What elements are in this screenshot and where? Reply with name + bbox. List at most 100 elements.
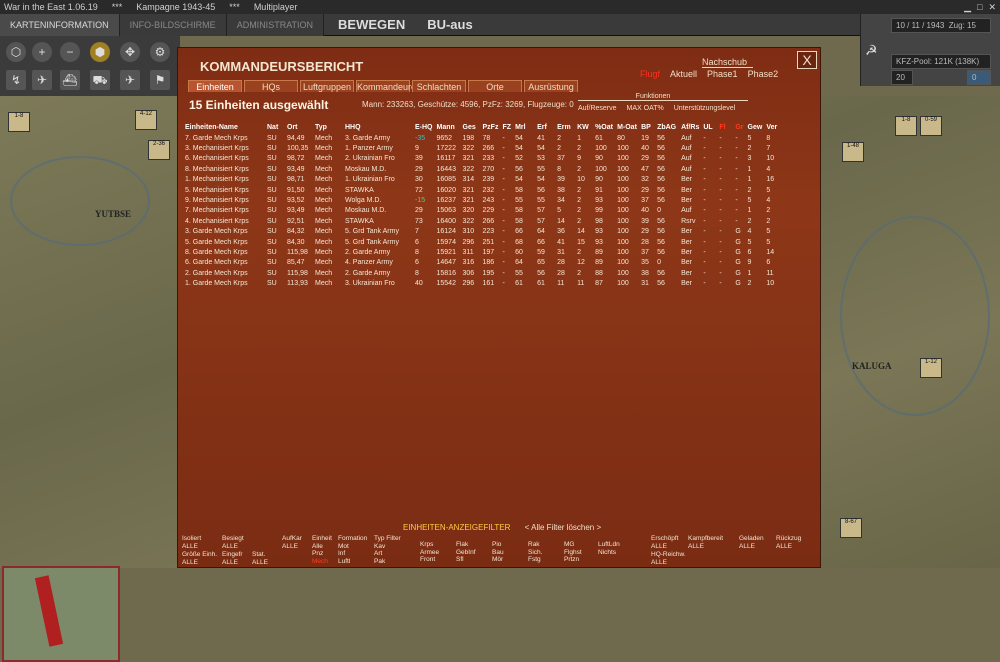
unit-counter[interactable]: 2-36 <box>148 140 170 160</box>
unit-counter[interactable]: 8-67 <box>840 518 862 538</box>
value-box-2[interactable]: 0 <box>967 70 991 85</box>
filter-item[interactable]: HQ-Reichw. ALLE <box>651 551 686 566</box>
table-row[interactable]: 1. Garde Mech Krps SU 113,93 Mech 3. Ukraini… <box>183 278 780 288</box>
column-header[interactable]: Gr <box>733 121 745 133</box>
column-header[interactable]: Ges <box>461 121 481 133</box>
filter-item[interactable]: Einheit Alle Pnz Mech <box>312 535 332 565</box>
column-header[interactable]: HHQ <box>343 121 413 133</box>
tab-orte[interactable]: Orte <box>468 80 522 92</box>
filter-item[interactable]: LuftLdn Nichts <box>598 541 620 556</box>
plane-icon[interactable]: ✈ <box>32 70 52 90</box>
column-header[interactable]: Ort <box>285 121 313 133</box>
column-header[interactable]: KW <box>575 121 593 133</box>
unit-counter[interactable]: 1-8 <box>895 116 917 136</box>
airstrike-icon[interactable]: ✈ <box>120 70 140 90</box>
column-header[interactable]: Fl <box>717 121 733 133</box>
tab-administration[interactable]: ADMINISTRATION <box>226 13 325 36</box>
unit-counter[interactable]: 1-48 <box>842 142 864 162</box>
move-arrow-icon[interactable]: ↯ <box>6 70 26 90</box>
table-row[interactable]: 3. Mechanisiert Krps SU 100,35 Mech 1. Panze… <box>183 143 780 153</box>
tab-ausruestung[interactable]: Ausrüstung <box>524 80 578 92</box>
filter-item[interactable]: Rak Sich. Fstg <box>528 541 542 564</box>
table-row[interactable]: 5. Garde Mech Krps SU 84,30 Mech 5. Grd Tank… <box>183 237 780 247</box>
mode-bewegen[interactable]: BEWEGEN <box>338 17 405 32</box>
filter-item[interactable]: Formation Mot Inf Luftl <box>338 535 367 565</box>
filter-item[interactable]: AufKar ALLE <box>282 535 302 550</box>
column-header[interactable]: BP <box>639 121 655 133</box>
filter-item[interactable]: MG Flghst Prtzn <box>564 541 582 564</box>
filter-item[interactable]: Isoliert ALLE <box>182 535 201 550</box>
column-header[interactable]: Ver <box>764 121 780 133</box>
table-row[interactable]: 1. Mechanisiert Krps SU 98,71 Mech 1. Ukrain… <box>183 175 780 185</box>
filter-item[interactable]: Erschöpft ALLE <box>651 535 678 550</box>
close-button[interactable]: X <box>797 51 817 69</box>
unit-counter[interactable]: 4-12 <box>135 110 157 130</box>
zoom-in-icon[interactable]: + <box>32 42 52 62</box>
table-row[interactable]: 6. Garde Mech Krps SU 85,47 Mech 4. Panzer A… <box>183 258 780 268</box>
column-header[interactable]: E-HQ <box>413 121 435 133</box>
zoom-out-icon[interactable]: − <box>60 42 80 62</box>
table-row[interactable]: 4. Mechanisiert Krps SU 92,51 Mech STAWKA 73 1… <box>183 216 780 226</box>
filter-item[interactable]: Typ Filter Kav Art Pak <box>374 535 401 565</box>
filter-item[interactable]: Krps Armee Front <box>420 541 439 564</box>
transport-icon[interactable]: ⛟ <box>90 70 110 90</box>
table-row[interactable]: 8. Garde Mech Krps SU 115,98 Mech 2. Garde A… <box>183 247 780 257</box>
table-row[interactable]: 7. Mechanisiert Krps SU 93,49 Mech Moskau M.… <box>183 206 780 216</box>
column-header[interactable]: ZbAG <box>655 121 679 133</box>
table-row[interactable]: 6. Mechanisiert Krps SU 98,72 Mech 2. Ukrain… <box>183 154 780 164</box>
filter-item[interactable]: Rückzug ALLE <box>776 535 801 550</box>
column-header[interactable]: Gew <box>746 121 765 133</box>
ship-icon[interactable]: ⛴ <box>60 70 80 90</box>
column-header[interactable]: PzFz <box>481 121 501 133</box>
filter-selected[interactable]: Mech <box>312 558 328 565</box>
gear-icon[interactable]: ⚙ <box>150 42 170 62</box>
filter-item[interactable]: Besiegt ALLE <box>222 535 244 550</box>
tab-einheiten[interactable]: Einheiten <box>188 80 242 92</box>
column-header[interactable]: FZ <box>501 121 514 133</box>
table-row[interactable]: 5. Mechanisiert Krps SU 91,50 Mech STAWKA 72 1… <box>183 185 780 195</box>
function-auf-reserve[interactable]: Auf/Reserve <box>578 105 617 112</box>
unit-icon[interactable]: ✥ <box>120 42 140 62</box>
maximize-icon[interactable]: □ <box>977 0 982 14</box>
column-header[interactable]: Mann <box>435 121 461 133</box>
function-unterstuetzung[interactable]: Unterstützungslevel <box>674 105 735 112</box>
supply-option-phase1[interactable]: Phase1 <box>707 69 738 79</box>
minimap[interactable] <box>2 566 120 662</box>
column-header[interactable]: UL <box>701 121 717 133</box>
table-row[interactable]: 3. Garde Mech Krps SU 84,32 Mech 5. Grd Tank… <box>183 227 780 237</box>
hex-grid-icon[interactable]: ⬡ <box>6 42 26 62</box>
filter-item[interactable]: Flak GebInf Sfl <box>456 541 476 564</box>
filter-item[interactable]: Kampfbereit ALLE <box>688 535 723 550</box>
tab-hqs[interactable]: HQs <box>244 80 298 92</box>
function-max-oat[interactable]: MAX OAT% <box>627 105 664 112</box>
tab-schlachten[interactable]: Schlachten <box>412 80 466 92</box>
minimize-icon[interactable]: ▁ <box>964 0 971 14</box>
filter-item[interactable]: Pio Bau Mör <box>492 541 504 564</box>
filter-item[interactable]: Geladen ALLE <box>739 535 764 550</box>
unit-counter[interactable]: 1-12 <box>920 358 942 378</box>
table-row[interactable]: 8. Mechanisiert Krps SU 93,49 Mech Moskau M.… <box>183 164 780 174</box>
column-header[interactable]: Mrl <box>513 121 535 133</box>
column-header[interactable]: Erm <box>555 121 575 133</box>
table-row[interactable]: 2. Garde Mech Krps SU 115,98 Mech 2. Garde A… <box>183 268 780 278</box>
tab-luftgruppen[interactable]: Luftgruppen <box>300 80 354 92</box>
table-row[interactable]: 9. Mechanisiert Krps SU 93,52 Mech Wolga M.D… <box>183 195 780 205</box>
column-header[interactable]: Einheiten-Name <box>183 121 265 133</box>
flag-icon[interactable]: ⚑ <box>150 70 170 90</box>
column-header[interactable]: %Oat <box>593 121 615 133</box>
unit-counter[interactable]: 0-59 <box>920 116 942 136</box>
supply-option-phase2[interactable]: Phase2 <box>748 69 779 79</box>
hex-cluster-icon[interactable]: ⬢ <box>90 42 110 62</box>
tab-info-bildschirme[interactable]: INFO-BILDSCHIRME <box>119 13 227 36</box>
column-header[interactable]: Erf <box>535 121 555 133</box>
filter-item[interactable]: Größe Einh. ALLE <box>182 551 217 566</box>
supply-option-aktuell[interactable]: Aktuell <box>670 69 697 79</box>
column-header[interactable]: M-Oat <box>615 121 639 133</box>
supply-option-flugf[interactable]: Flugf <box>640 69 660 79</box>
table-row[interactable]: 7. Garde Mech Krps SU 94,49 Mech 3. Garde Ar… <box>183 133 780 143</box>
clear-filters-button[interactable]: < Alle Filter löschen > <box>525 523 601 532</box>
tab-kommandeure[interactable]: Kommandeure <box>356 80 416 92</box>
filter-item[interactable]: Stat. ALLE <box>252 551 268 566</box>
column-header[interactable]: Nat <box>265 121 285 133</box>
mode-bu-aus[interactable]: BU-aus <box>427 17 473 32</box>
